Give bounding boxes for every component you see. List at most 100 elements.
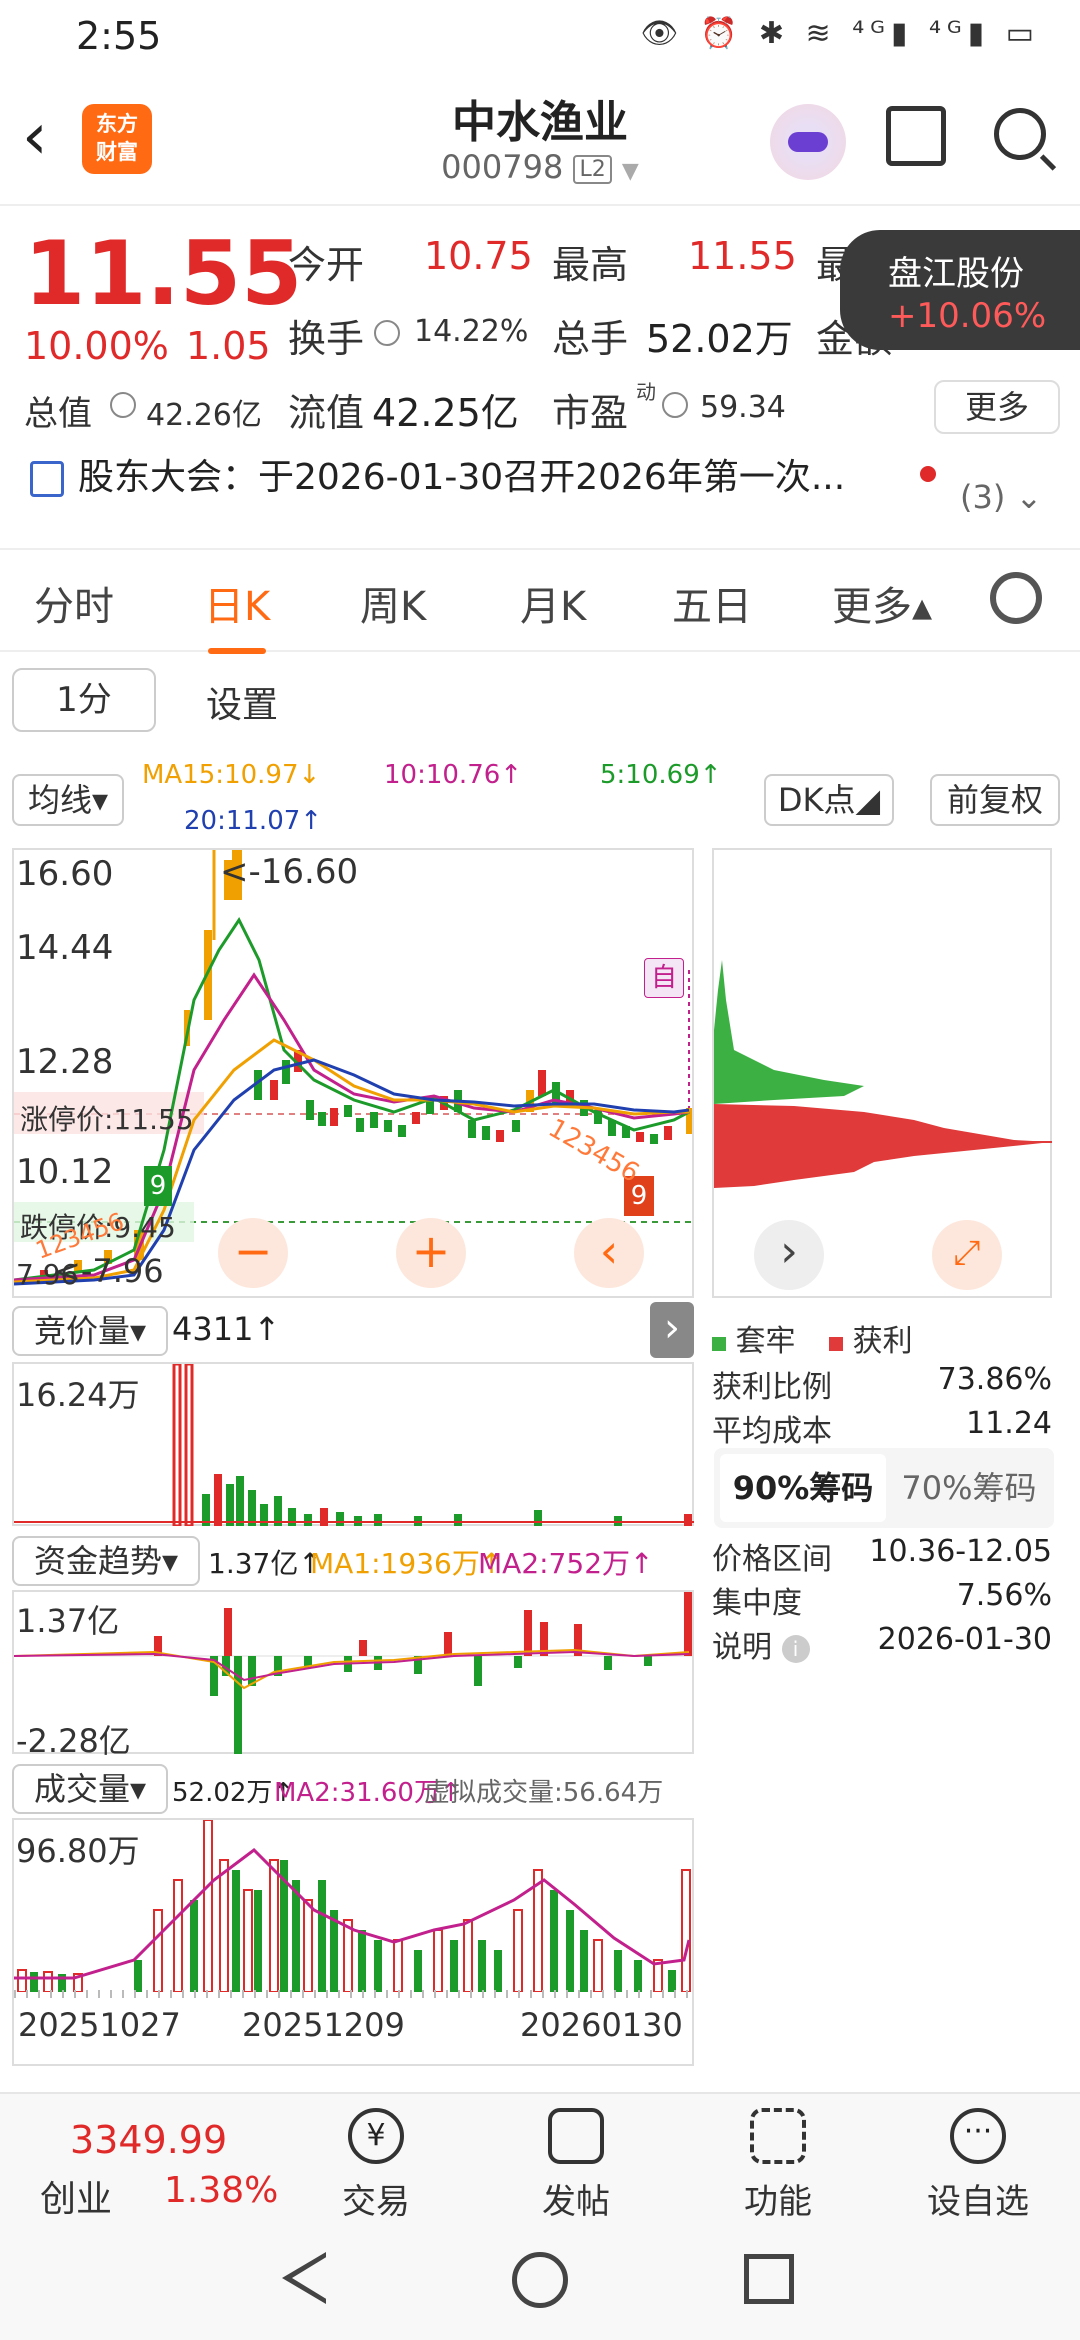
y-axis-label: 12.28	[16, 1042, 114, 1082]
pe-label: 市盈	[552, 391, 629, 435]
open-label: 今开	[288, 243, 365, 287]
concentration-row: 集中度 7.56%	[712, 1578, 1052, 1622]
auction-value: 4311↑	[172, 1310, 281, 1348]
pe-superscript: 动	[636, 380, 656, 404]
legend-swatch-profit	[829, 1337, 844, 1351]
auction-chart[interactable]: 16.24万	[12, 1362, 694, 1528]
legend-profit: 获利	[852, 1324, 913, 1359]
dk-point-button[interactable]: DK点◢	[764, 774, 894, 826]
kline-chart[interactable]: 16.60 14.44 12.28 10.12 7.96 <-16.60 <-7…	[12, 848, 694, 1298]
system-home-icon[interactable]	[512, 2252, 568, 2308]
limit-up-label: 涨停价:11.55	[20, 1103, 194, 1136]
unread-dot	[920, 466, 936, 482]
tab-minute[interactable]: 分时	[34, 574, 114, 632]
profit-ratio-value: 73.86%	[937, 1362, 1052, 1397]
profit-ratio-row: 获利比例 73.86%	[712, 1362, 1052, 1406]
assistant-avatar-icon[interactable]	[770, 104, 846, 180]
chip-range-tabs: 90%筹码 70%筹码	[714, 1448, 1054, 1528]
zoom-in-button[interactable]: +	[396, 1218, 466, 1288]
nav-watchlist-label: 设自选	[927, 2182, 1029, 2222]
system-back-inner	[292, 2256, 328, 2300]
price-range-label: 价格区间	[712, 1542, 832, 1577]
tab-chip-90[interactable]: 90%筹码	[720, 1454, 886, 1522]
edit-icon	[548, 2108, 604, 2164]
fund-ma2: MA2:752万↑	[478, 1547, 654, 1580]
auction-max-label: 16.24万	[16, 1376, 140, 1414]
chevron-right-icon[interactable]: ›	[650, 1302, 694, 1358]
info-icon[interactable]	[110, 392, 136, 418]
status-icons: 👁 ⏰ ✱ ≋ ⁴ᴳ▮ ⁴ᴳ▮ ▭	[640, 16, 1040, 51]
adjust-selector[interactable]: 前复权	[930, 774, 1060, 826]
gear-icon[interactable]	[990, 572, 1042, 624]
info-icon[interactable]: i	[781, 1634, 810, 1663]
index-value: 3349.99	[70, 2118, 228, 2162]
price-range-value: 10.36-12.05	[869, 1534, 1052, 1569]
scroll-left-button[interactable]: ‹	[574, 1218, 644, 1288]
tab-chip-70[interactable]: 70%筹码	[890, 1454, 1048, 1522]
volume-selector[interactable]: 成交量▾	[12, 1764, 168, 1814]
system-nav-bar	[0, 2222, 1080, 2340]
status-bar: 2:55 👁 ⏰ ✱ ≋ ⁴ᴳ▮ ⁴ᴳ▮ ▭	[0, 0, 1080, 76]
notice-count[interactable]: (3) ⌄	[960, 478, 1042, 516]
chip-distribution-chart[interactable]: › ⤢	[712, 848, 1052, 1298]
notice-row[interactable]: 股东大会：于2026-01-30召开2026年第一次...	[30, 448, 1030, 500]
stock-code-text: 000798	[441, 148, 564, 186]
legend-trap: 套牢	[735, 1324, 796, 1359]
index-pct: 1.38%	[164, 2170, 279, 2211]
auction-header: 竞价量▾ 4311↑ ›	[12, 1302, 694, 1358]
tab-five-day[interactable]: 五日	[672, 574, 752, 632]
share-icon[interactable]	[886, 106, 946, 166]
tab-daily-k[interactable]: 日K	[204, 574, 270, 654]
index-ticker[interactable]: 3349.99 创业 1.38%	[20, 2094, 280, 2224]
change-amount: 1.05	[186, 324, 271, 368]
info-icon[interactable]	[374, 320, 400, 346]
tab-weekly-k[interactable]: 周K	[360, 574, 426, 632]
floating-stock-pct: +10.06%	[888, 296, 1047, 336]
status-time: 2:55	[76, 14, 162, 58]
turnover-label: 换手	[288, 317, 365, 361]
tab-more[interactable]: 更多▴	[832, 574, 932, 632]
yen-icon: ¥	[348, 2108, 404, 2164]
self-tag[interactable]: 自	[644, 958, 684, 998]
date-label: 20251027	[18, 2006, 181, 2044]
info-icon[interactable]	[662, 392, 688, 418]
change-percent: 10.00%	[24, 324, 169, 368]
volume-chart[interactable]: 96.80万	[12, 1818, 694, 1993]
settings-link[interactable]: 设置	[206, 676, 278, 728]
floating-stock-badge[interactable]: 盘江股份 +10.06%	[840, 230, 1080, 350]
expand-icon[interactable]: ⤢	[932, 1220, 1002, 1290]
chevron-right-icon[interactable]: ›	[754, 1220, 824, 1290]
ma20-value: 20:11.07↑	[184, 806, 323, 836]
float-label: 流值	[288, 391, 365, 435]
chart-tabs: 分时 日K 周K 月K 五日 更多▴	[0, 548, 1080, 654]
tab-monthly-k[interactable]: 月K	[520, 574, 586, 632]
search-icon[interactable]	[994, 108, 1046, 160]
period-1min-button[interactable]: 1分	[12, 668, 156, 732]
volume-value: 52.02万	[646, 317, 793, 361]
max-price-note: <-16.60	[220, 852, 359, 892]
auction-selector[interactable]: 竞价量▾	[12, 1306, 168, 1356]
avg-cost-row: 平均成本 11.24	[712, 1406, 1052, 1450]
nav-trade[interactable]: ¥ 交易	[296, 2094, 456, 2223]
fund-chart[interactable]: 1.37亿 -2.28亿	[12, 1590, 694, 1760]
nav-function[interactable]: 功能	[698, 2094, 858, 2223]
high-value: 11.55	[688, 234, 797, 278]
zoom-out-button[interactable]: −	[218, 1218, 288, 1288]
concentration-value: 7.56%	[956, 1578, 1052, 1613]
turnover-value: 14.22%	[414, 314, 529, 349]
indicator-selector[interactable]: 均线▾	[12, 774, 124, 826]
chevron-down-icon: ▼	[621, 159, 639, 184]
volume-max-label: 96.80万	[16, 1832, 140, 1870]
nav-post[interactable]: 发帖	[496, 2094, 656, 2223]
date-axis: 20251027 20251209 20260130	[12, 1990, 694, 2066]
floating-stock-name: 盘江股份	[888, 254, 1024, 294]
system-recents-icon[interactable]	[744, 2254, 794, 2304]
nav-watchlist[interactable]: ··· 设自选	[898, 2094, 1058, 2223]
chevron-down-icon: ⌄	[1015, 478, 1043, 516]
note-label: 说明	[712, 1630, 772, 1665]
more-button[interactable]: 更多	[934, 380, 1060, 434]
fund-selector[interactable]: 资金趋势▾	[12, 1536, 200, 1586]
ma5-value: 5:10.69↑	[600, 760, 722, 790]
notice-text: 股东大会：于2026-01-30召开2026年第一次...	[78, 457, 846, 498]
avg-cost-label: 平均成本	[712, 1414, 832, 1449]
